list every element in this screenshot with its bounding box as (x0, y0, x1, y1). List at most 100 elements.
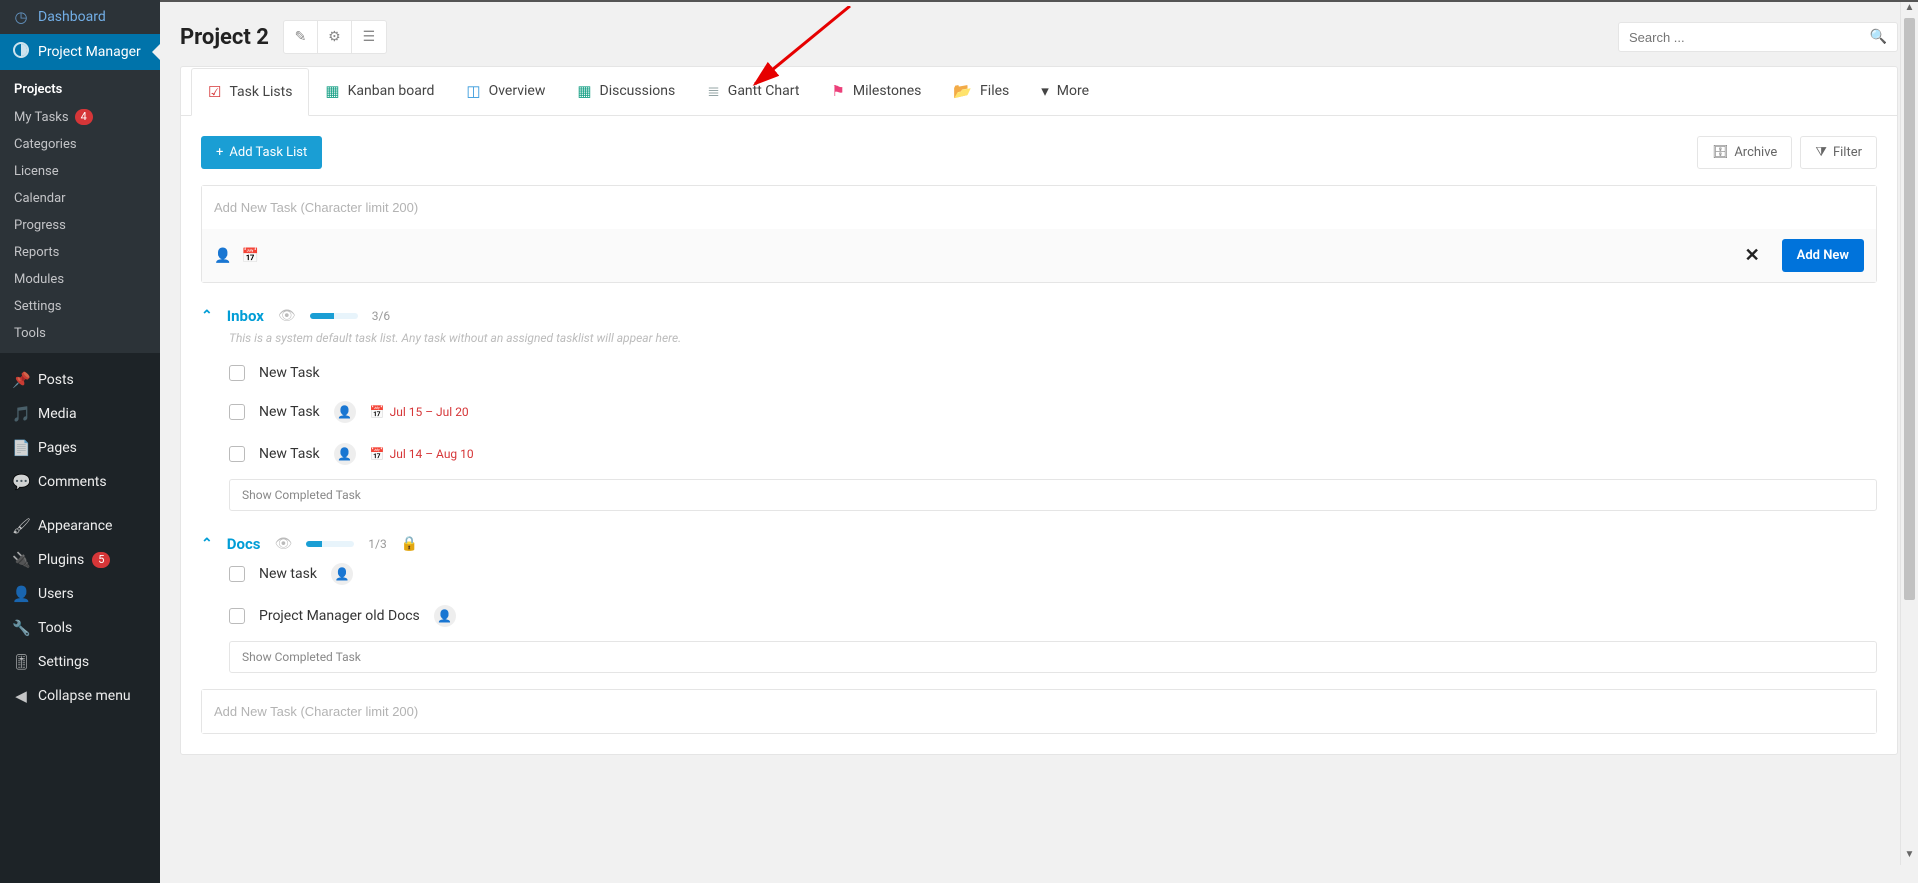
sidebar-dashboard[interactable]: ◷ Dashboard (0, 0, 160, 34)
tabs: ☑Task Lists ▦Kanban board ◫Overview ▦Dis… (181, 67, 1897, 116)
task-name: New Task (259, 446, 320, 462)
comment-icon: 💬 (12, 473, 30, 491)
wp-sidebar: ◷ Dashboard Project Manager Projects My … (0, 0, 160, 883)
sidebar-label: Dashboard (38, 9, 106, 25)
tasklist-icon: ☑ (208, 83, 221, 101)
sidebar-posts[interactable]: 📌Posts (0, 363, 160, 397)
lock-icon: 🔒 (401, 536, 418, 552)
sidebar-sub-calendar[interactable]: Calendar (0, 185, 160, 212)
progress-bar-docs (306, 541, 354, 547)
sliders-icon: 🎚 (12, 653, 30, 671)
chevron-up-icon[interactable]: ⌃ (201, 308, 213, 324)
task-checkbox[interactable] (229, 365, 245, 381)
avatar[interactable]: 👤 (334, 401, 356, 423)
new-task-input[interactable] (202, 690, 1876, 733)
add-task-list-button[interactable]: +Add Task List (201, 136, 322, 169)
sidebar-media[interactable]: 🎵Media (0, 397, 160, 431)
add-new-button[interactable]: Add New (1782, 239, 1864, 272)
task-checkbox[interactable] (229, 404, 245, 420)
new-task-input[interactable] (202, 186, 1876, 229)
sidebar-collapse[interactable]: ◀Collapse menu (0, 679, 160, 713)
task-checkbox[interactable] (229, 566, 245, 582)
sidebar-sub-tools[interactable]: Tools (0, 320, 160, 347)
filter-icon: ⧩ (1815, 145, 1827, 160)
search-box[interactable]: 🔍 (1618, 22, 1898, 52)
tab-kanban[interactable]: ▦Kanban board (309, 68, 450, 116)
sidebar-tools[interactable]: 🔧Tools (0, 611, 160, 645)
task-row[interactable]: New Task 👤 📅Jul 14 – Aug 10 (201, 433, 1877, 475)
tasklist-count: 3/6 (372, 309, 390, 323)
task-row[interactable]: New task 👤 (201, 553, 1877, 595)
archive-button[interactable]: 🗄Archive (1697, 136, 1793, 169)
tasklist-docs-title[interactable]: Docs (227, 535, 261, 553)
calendar-icon: 📅 (370, 405, 385, 419)
tab-task-lists[interactable]: ☑Task Lists (191, 68, 309, 116)
archive-icon: 🗄 (1712, 145, 1729, 160)
tab-discussions[interactable]: ▦Discussions (561, 68, 691, 116)
task-checkbox[interactable] (229, 608, 245, 624)
sidebar-pages[interactable]: 📄Pages (0, 431, 160, 465)
show-completed-button[interactable]: Show Completed Task (229, 641, 1877, 673)
media-icon: 🎵 (12, 405, 30, 423)
sidebar-label: Project Manager (38, 44, 141, 60)
sidebar-sub-projects[interactable]: Projects (0, 76, 160, 103)
filter-button[interactable]: ⧩Filter (1800, 136, 1877, 169)
scroll-thumb[interactable] (1904, 18, 1915, 600)
edit-button[interactable]: ✎ (284, 21, 318, 53)
scroll-up-icon[interactable]: ▲ (1901, 2, 1918, 18)
sidebar-project-manager[interactable]: Project Manager (0, 34, 160, 70)
add-task-footer: 👤 📅 ✕ Add New (202, 229, 1876, 282)
tasklist-inbox-header: ⌃ Inbox 👁 3/6 (201, 307, 1877, 325)
sidebar-submenu: Projects My Tasks4 Categories License Ca… (0, 70, 160, 353)
tab-milestones[interactable]: ⚑Milestones (815, 68, 937, 116)
task-checkbox[interactable] (229, 446, 245, 462)
calendar-icon[interactable]: 📅 (241, 248, 258, 264)
tab-content: +Add Task List 🗄Archive ⧩Filter 👤 📅 ✕ Ad… (181, 116, 1897, 754)
task-name: New Task (259, 404, 320, 420)
search-input[interactable] (1629, 30, 1870, 45)
collapse-icon: ◀ (12, 687, 30, 705)
gear-icon: ⚙ (328, 29, 341, 45)
close-icon[interactable]: ✕ (1745, 245, 1760, 266)
task-due: 📅Jul 14 – Aug 10 (370, 447, 474, 461)
tab-more[interactable]: ▾More (1025, 68, 1105, 116)
dashboard-icon: ◷ (12, 8, 30, 26)
sidebar-sub-my-tasks[interactable]: My Tasks4 (0, 103, 160, 131)
content-toolbar: +Add Task List 🗄Archive ⧩Filter (201, 136, 1877, 169)
sidebar-comments[interactable]: 💬Comments (0, 465, 160, 499)
sidebar-sub-reports[interactable]: Reports (0, 239, 160, 266)
task-row[interactable]: New Task 👤 📅Jul 15 – Jul 20 (201, 391, 1877, 433)
sidebar-appearance[interactable]: 🖌Appearance (0, 509, 160, 543)
show-completed-button[interactable]: Show Completed Task (229, 479, 1877, 511)
tab-files[interactable]: 📂Files (937, 68, 1025, 116)
sidebar-sub-progress[interactable]: Progress (0, 212, 160, 239)
search-icon[interactable]: 🔍 (1870, 29, 1887, 45)
gantt-icon: ≣ (707, 82, 720, 100)
sidebar-sub-categories[interactable]: Categories (0, 131, 160, 158)
avatar[interactable]: 👤 (331, 563, 353, 585)
list-button[interactable]: ☰ (352, 21, 386, 53)
sidebar-sub-modules[interactable]: Modules (0, 266, 160, 293)
scrollbar[interactable]: ▲ ▼ (1900, 2, 1918, 865)
chevron-up-icon[interactable]: ⌃ (201, 536, 213, 552)
assignee-icon[interactable]: 👤 (214, 248, 231, 264)
sidebar-plugins[interactable]: 🔌Plugins5 (0, 543, 160, 577)
settings-button[interactable]: ⚙ (318, 21, 352, 53)
tab-gantt[interactable]: ≣Gantt Chart (691, 68, 815, 116)
sidebar-sub-license[interactable]: License (0, 158, 160, 185)
eye-icon[interactable]: 👁 (274, 536, 292, 552)
task-row[interactable]: New Task (201, 355, 1877, 391)
list-icon: ☰ (363, 29, 376, 45)
avatar[interactable]: 👤 (434, 605, 456, 627)
tasklist-inbox-title[interactable]: Inbox (227, 307, 264, 325)
calendar-icon: 📅 (370, 447, 385, 461)
eye-icon[interactable]: 👁 (278, 308, 296, 324)
avatar[interactable]: 👤 (334, 443, 356, 465)
sidebar-settings[interactable]: 🎚Settings (0, 645, 160, 679)
sidebar-users[interactable]: 👤Users (0, 577, 160, 611)
sidebar-sub-settings[interactable]: Settings (0, 293, 160, 320)
tab-overview[interactable]: ◫Overview (450, 68, 561, 116)
user-icon: 👤 (12, 585, 30, 603)
scroll-down-icon[interactable]: ▼ (1901, 849, 1918, 865)
task-row[interactable]: Project Manager old Docs 👤 (201, 595, 1877, 637)
